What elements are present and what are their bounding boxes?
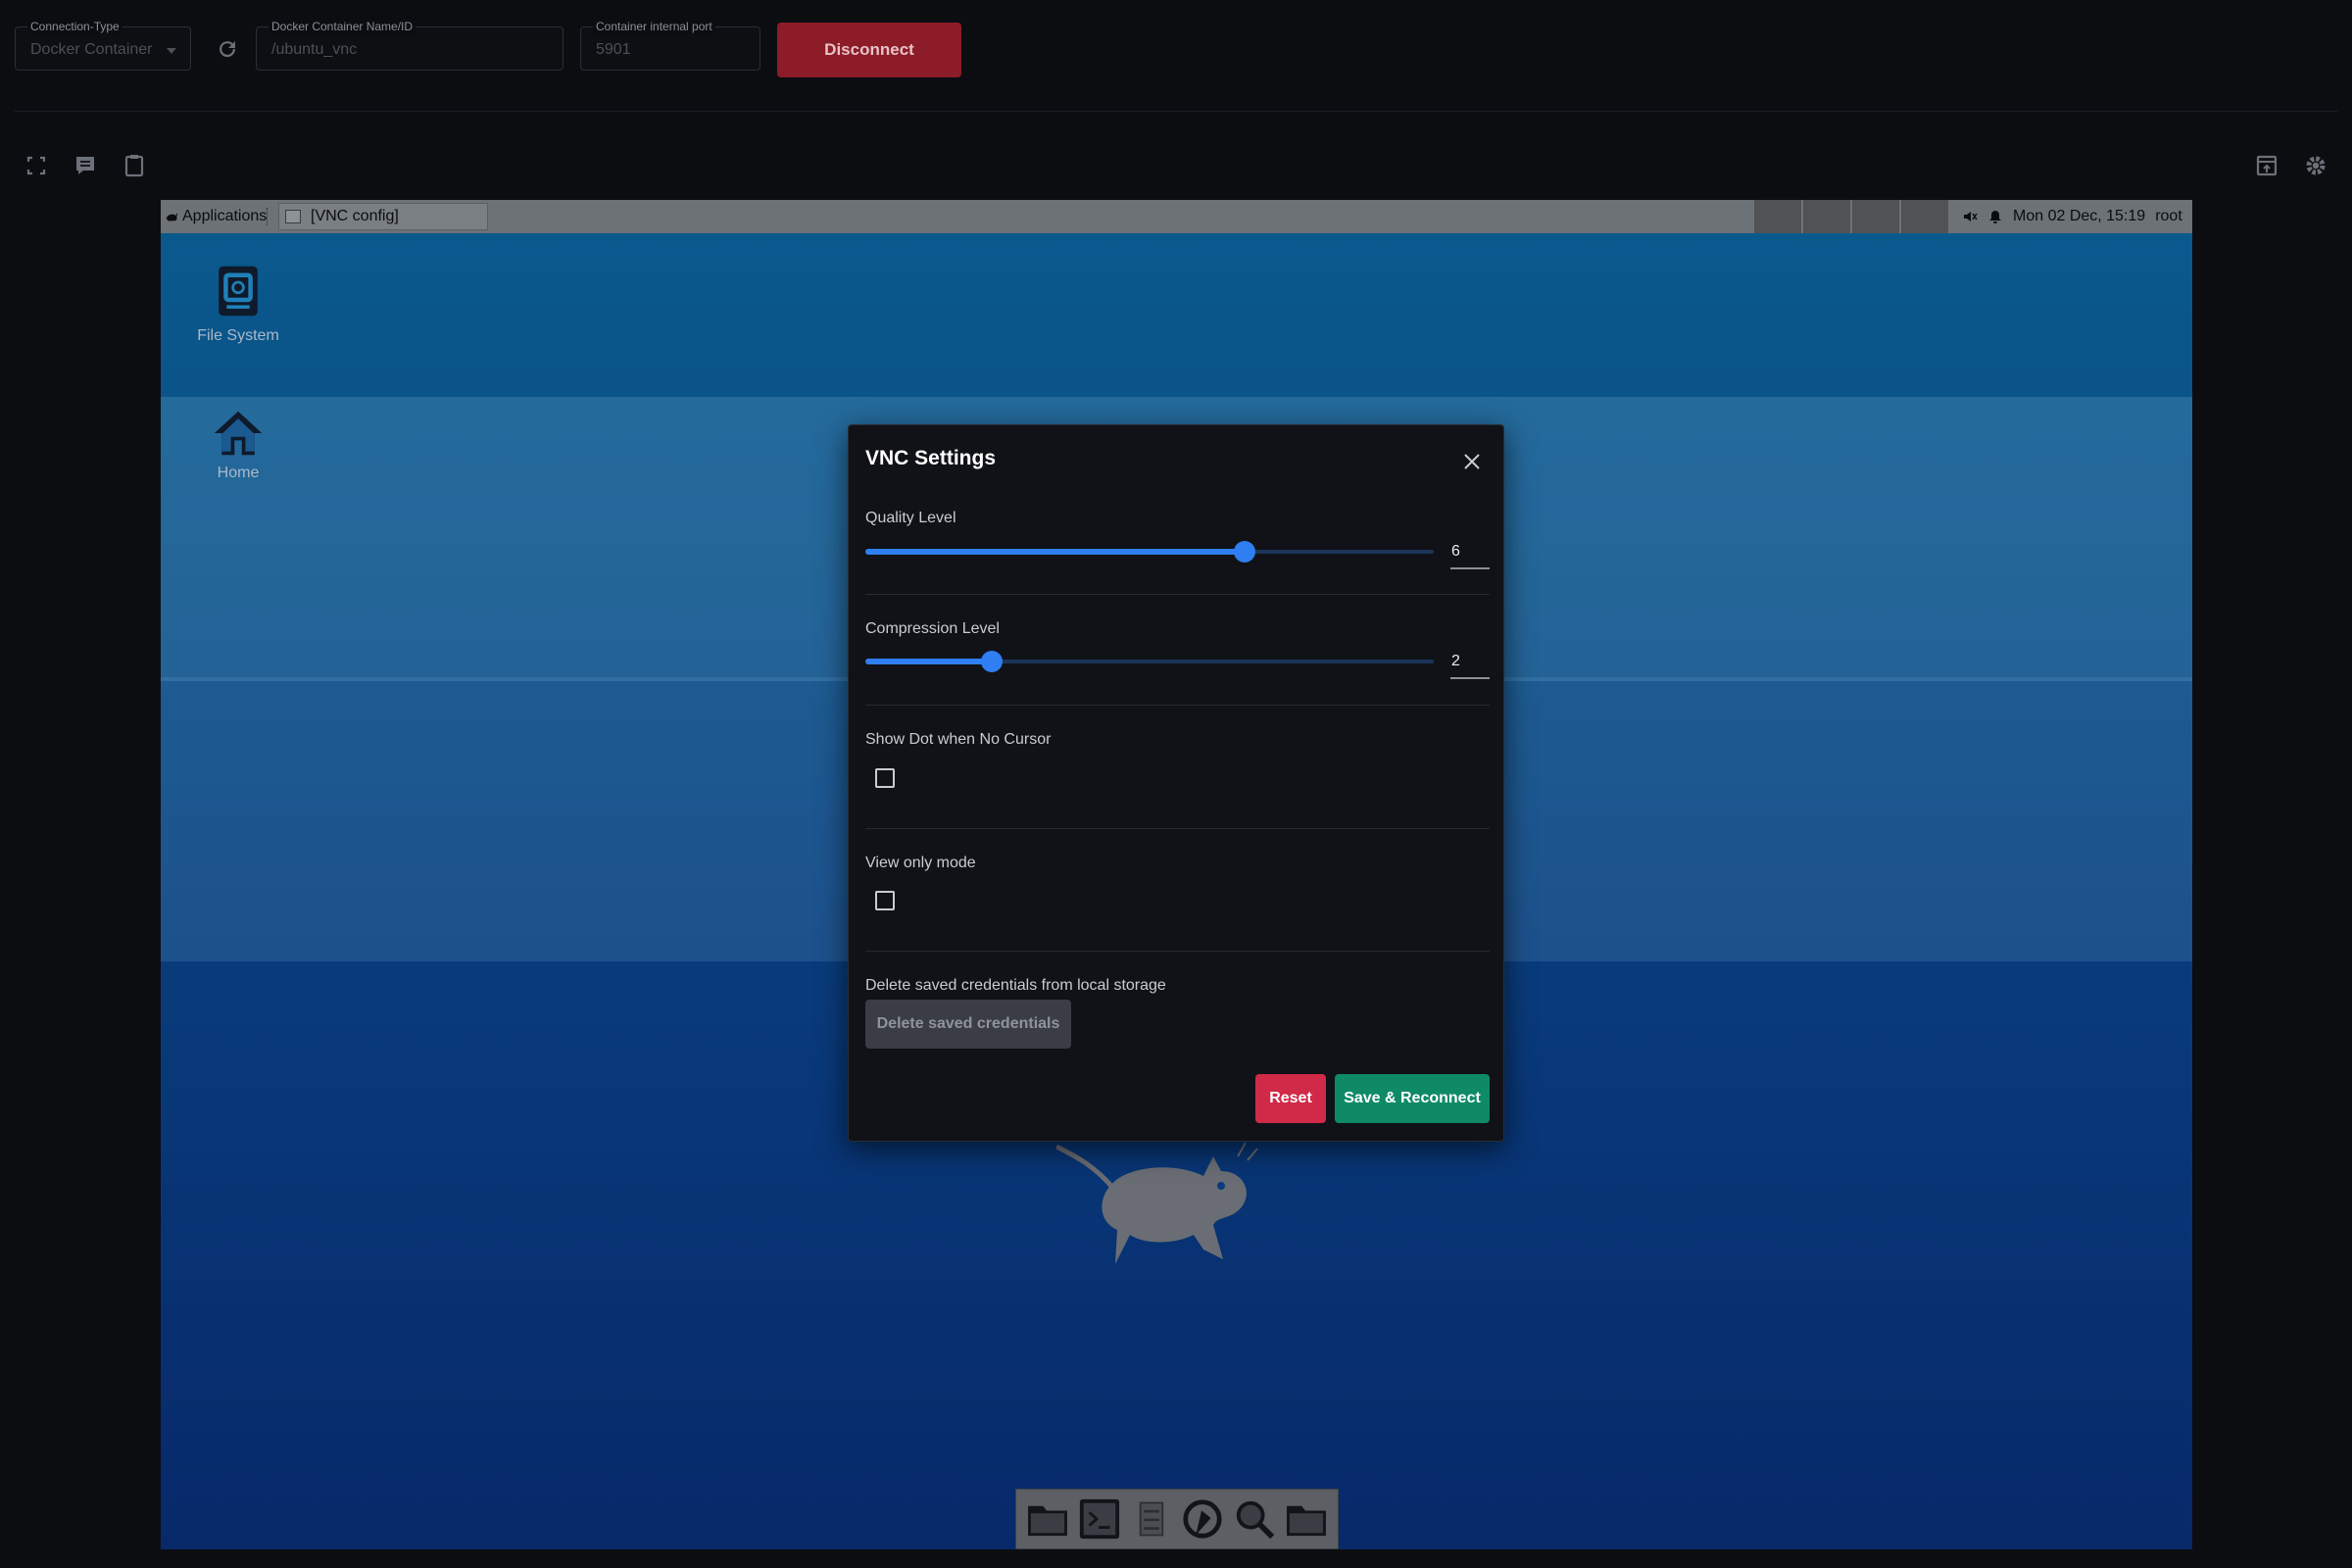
quality-level-label: Quality Level	[865, 510, 956, 526]
workspace-1[interactable]	[1753, 200, 1801, 233]
system-tray: Mon 02 Dec, 15:19 root	[1962, 200, 2182, 233]
connection-bar: Connection-Type Docker Container Docker …	[0, 0, 2352, 110]
container-port-field[interactable]: Container internal port 5901	[580, 19, 760, 71]
folder-icon	[1286, 1505, 1326, 1537]
container-name-value: /ubuntu_vnc	[271, 41, 358, 58]
quality-level-slider[interactable]	[865, 540, 1434, 564]
desktop-icon-file-system[interactable]: File System	[179, 261, 297, 345]
xfce-mouse-logo-icon	[1056, 1142, 1258, 1264]
workspace-2[interactable]	[1802, 200, 1850, 233]
clock[interactable]: Mon 02 Dec, 15:19	[2013, 208, 2145, 225]
quality-level-input[interactable]: 6	[1450, 542, 1490, 569]
gear-icon[interactable]	[2301, 151, 2330, 180]
chevron-down-icon	[167, 48, 176, 54]
slider-thumb[interactable]	[980, 651, 1003, 672]
desktop-dock	[1015, 1489, 1339, 1549]
close-icon[interactable]	[1461, 451, 1483, 472]
top-divider	[15, 111, 2337, 112]
desktop-icon-home[interactable]: Home	[179, 408, 297, 482]
container-name-field[interactable]: Docker Container Name/ID /ubuntu_vnc	[256, 19, 564, 71]
home-icon	[214, 411, 263, 456]
workspace-4[interactable]	[1900, 200, 1948, 233]
section-divider	[865, 828, 1490, 829]
applications-label: Applications	[182, 208, 268, 224]
view-only-label: View only mode	[865, 855, 976, 871]
dock-item-search[interactable]	[1232, 1494, 1277, 1544]
window-icon	[285, 210, 301, 223]
delete-credentials-label: Delete saved credentials from local stor…	[865, 977, 1166, 994]
dock-item-files[interactable]	[1025, 1494, 1070, 1544]
desktop-top-panel: Applications [VNC config] Mon 02 Dec, 15…	[161, 200, 2192, 233]
dock-item-terminal[interactable]	[1077, 1494, 1122, 1544]
workspace-3[interactable]	[1851, 200, 1899, 233]
taskbar-item-vnc-config[interactable]: [VNC config]	[278, 203, 488, 230]
section-divider	[865, 594, 1490, 595]
fullscreen-icon[interactable]	[22, 151, 51, 180]
save-reconnect-button[interactable]: Save & Reconnect	[1335, 1074, 1490, 1123]
connection-type-select[interactable]: Connection-Type Docker Container	[15, 19, 191, 71]
popout-icon[interactable]	[2252, 151, 2281, 180]
slider-fill	[865, 549, 1245, 555]
vnc-settings-dialog: VNC Settings Quality Level 6 Compression…	[848, 424, 1504, 1142]
dock-item-browser[interactable]	[1180, 1494, 1225, 1544]
chat-icon[interactable]	[71, 151, 100, 180]
refresh-icon[interactable]	[216, 37, 239, 61]
compression-level-input[interactable]: 2	[1450, 652, 1490, 679]
xfce-mouse-icon	[166, 213, 178, 221]
compression-level-label: Compression Level	[865, 620, 1000, 637]
show-dot-checkbox[interactable]	[875, 768, 895, 788]
view-only-checkbox[interactable]	[875, 891, 895, 910]
panel-separator	[267, 208, 269, 225]
container-port-value: 5901	[596, 41, 631, 58]
reset-button[interactable]: Reset	[1255, 1074, 1326, 1123]
compression-level-slider[interactable]	[865, 650, 1434, 673]
dock-item-server[interactable]	[1129, 1494, 1174, 1544]
connection-type-value: Docker Container	[30, 41, 153, 58]
magnifier-icon	[1236, 1500, 1275, 1540]
applications-menu[interactable]: Applications	[165, 200, 267, 233]
slider-fill	[865, 659, 992, 664]
drive-icon	[219, 266, 258, 317]
dialog-title: VNC Settings	[865, 447, 997, 469]
container-port-label: Container internal port	[593, 19, 715, 34]
server-icon	[1139, 1501, 1163, 1537]
volume-muted-icon[interactable]	[1962, 209, 1978, 224]
slider-thumb[interactable]	[1233, 541, 1255, 563]
folder-icon	[1028, 1505, 1068, 1537]
connection-type-label: Connection-Type	[27, 19, 122, 34]
show-dot-label: Show Dot when No Cursor	[865, 731, 1052, 748]
browser-icon	[1183, 1499, 1222, 1539]
dock-item-files-2[interactable]	[1284, 1494, 1329, 1544]
clipboard-icon[interactable]	[120, 151, 149, 180]
terminal-icon	[1079, 1498, 1120, 1540]
delete-credentials-button[interactable]: Delete saved credentials	[865, 1000, 1071, 1049]
container-name-label: Docker Container Name/ID	[269, 19, 416, 34]
desktop-icon-label: File System	[197, 327, 279, 344]
user-label[interactable]: root	[2155, 208, 2182, 225]
section-divider	[865, 705, 1490, 706]
desktop-icon-label: Home	[217, 465, 260, 481]
section-divider	[865, 951, 1490, 952]
taskbar-item-label: [VNC config]	[311, 208, 399, 224]
disconnect-button[interactable]: Disconnect	[777, 23, 961, 77]
bell-icon[interactable]	[1987, 209, 2003, 224]
